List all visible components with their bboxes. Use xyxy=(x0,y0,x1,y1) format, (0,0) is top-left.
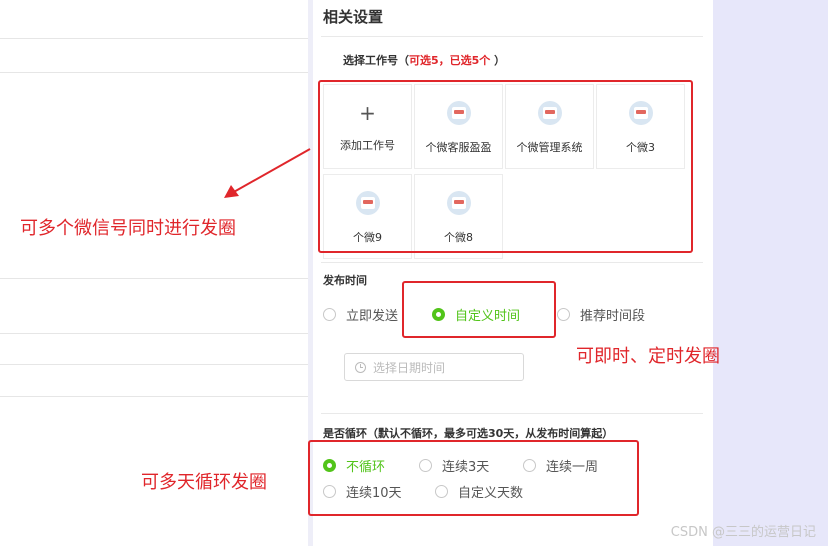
list-row-divider xyxy=(0,38,308,39)
left-list-area xyxy=(0,0,308,546)
list-row-divider xyxy=(0,396,308,397)
annotation-box-custom-time xyxy=(402,281,556,338)
radio-icon xyxy=(557,308,570,321)
arrow-icon xyxy=(224,148,311,198)
list-row-divider xyxy=(0,278,308,279)
radio-immediate[interactable]: 立即发送 xyxy=(323,305,398,324)
right-background-strip xyxy=(713,0,828,546)
annotation-timing: 可即时、定时发圈 xyxy=(576,346,720,367)
publish-time-label: 发布时间 xyxy=(323,274,367,287)
list-row-divider xyxy=(0,72,308,73)
selected-count: 可选5，已选5个 xyxy=(409,54,491,67)
divider xyxy=(321,413,703,414)
list-row-divider xyxy=(0,364,308,365)
watermark: CSDN @三三的运营日记 xyxy=(670,525,816,540)
annotation-loop: 可多天循环发圈 xyxy=(141,472,267,493)
select-accounts-label: 选择工作号（可选5，已选5个 ） xyxy=(343,52,505,68)
divider xyxy=(321,36,703,37)
date-time-picker[interactable]: 选择日期时间 xyxy=(344,353,524,381)
divider xyxy=(321,262,703,263)
loop-label: 是否循环（默认不循环，最多可选30天，从发布时间算起） xyxy=(323,427,614,440)
annotation-multi-account: 可多个微信号同时进行发圈 xyxy=(20,218,236,239)
date-placeholder: 选择日期时间 xyxy=(373,360,446,375)
list-row-divider xyxy=(0,333,308,334)
radio-recommended-time[interactable]: 推荐时间段 xyxy=(557,305,645,324)
clock-icon xyxy=(355,361,366,373)
panel-title: 相关设置 xyxy=(323,8,384,26)
label-suffix: ） xyxy=(490,54,506,67)
radio-icon xyxy=(323,308,336,321)
radio-label: 立即发送 xyxy=(346,309,399,324)
radio-label: 推荐时间段 xyxy=(580,309,646,324)
annotation-box-accounts xyxy=(318,80,693,253)
label-prefix: 选择工作号（ xyxy=(343,54,409,67)
annotation-box-loop xyxy=(308,440,639,516)
